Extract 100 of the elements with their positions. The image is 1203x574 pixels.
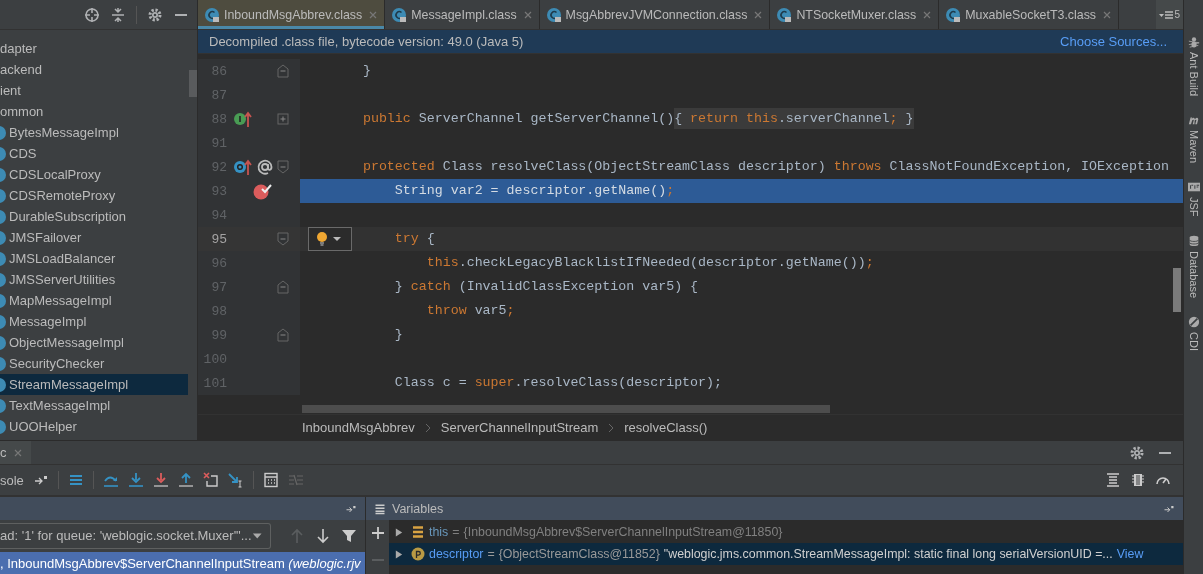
stack-frame[interactable]: , InboundMsgAbbrev$ServerChannelInputStream (weblogic.rjv	[0, 551, 365, 574]
editor-tab[interactable]: MuxableSocketT3.class	[939, 0, 1120, 29]
fold-marker-icon[interactable]	[277, 64, 289, 78]
chevron-icon	[608, 422, 615, 433]
filter-icon[interactable]	[341, 527, 357, 544]
tree-item[interactable]: JMSLoadBalancer	[0, 248, 188, 269]
thread-dropdown[interactable]: ad: '1' for queue: 'weblogic.socket.Muxer'"...	[0, 522, 271, 549]
ant-icon	[1187, 36, 1200, 48]
variable-row[interactable]: descriptor = {ObjectStreamClass@11852} "weblogic.jms.common.StreamMessageImpl: static final long serialVersionUID =... View	[389, 543, 1183, 565]
view-link[interactable]: View	[1116, 547, 1144, 561]
tree-item[interactable]: TextMessageImpl	[0, 395, 188, 416]
tree-item[interactable]: BytesMessageImpl	[0, 122, 188, 143]
tree-item[interactable]: ient	[0, 80, 188, 101]
breadcrumb[interactable]: ServerChannelInputStream	[440, 420, 599, 435]
tab-overflow-button[interactable]: 5	[1156, 0, 1183, 29]
class-file-icon	[204, 6, 220, 23]
tree-item[interactable]: JMSFailover	[0, 227, 188, 248]
tree-item[interactable]: StreamMessageImpl	[0, 374, 188, 395]
collapse-icon[interactable]	[110, 6, 126, 23]
code-line: }	[393, 326, 403, 344]
close-icon[interactable]	[522, 9, 533, 20]
editor-tab[interactable]: MessageImpl.class	[385, 0, 540, 29]
expand-icon[interactable]	[395, 526, 403, 538]
step-out-icon[interactable]	[177, 472, 194, 488]
line-number: 95	[210, 231, 227, 247]
scrollbar-thumb[interactable]	[189, 70, 197, 97]
field-stack-icon	[411, 525, 425, 539]
close-icon[interactable]	[1102, 9, 1113, 20]
scrollbar-thumb[interactable]	[1173, 268, 1181, 312]
tree-item[interactable]: SecurityChecker	[0, 353, 188, 374]
at-sign-icon[interactable]	[255, 158, 275, 176]
choose-sources-link[interactable]: Choose Sources...	[1060, 34, 1167, 49]
up-arrow-icon	[289, 527, 305, 544]
restore-layout-icon[interactable]	[1105, 472, 1121, 488]
run-to-cursor-icon[interactable]	[227, 472, 244, 488]
parameter-icon	[411, 547, 425, 561]
step-into-icon[interactable]	[127, 472, 144, 488]
locate-icon[interactable]	[84, 6, 100, 23]
tool-window-button[interactable]: CDI	[1187, 315, 1200, 351]
editor-tab[interactable]: MsgAbbrevJVMConnection.class	[539, 0, 771, 29]
tree-item[interactable]: MessageImpl	[0, 311, 188, 332]
equals-sign: =	[452, 525, 460, 539]
code-line: try {	[393, 230, 435, 248]
tree-item[interactable]: CDSLocalProxy	[0, 164, 188, 185]
breadcrumb[interactable]: InboundMsgAbbrev	[302, 420, 415, 435]
tree-item[interactable]: ackend	[0, 59, 188, 80]
code-line: } catch (InvalidClassException var5) {	[393, 278, 699, 296]
tree-item[interactable]: MapMessageImpl	[0, 290, 188, 311]
editor-tab[interactable]: NTSocketMuxer.class	[770, 0, 940, 29]
tool-window-button[interactable]: Maven	[1187, 114, 1200, 164]
jsf-badge-icon	[1187, 181, 1200, 194]
force-step-into-icon[interactable]	[152, 472, 169, 488]
tool-window-button[interactable]: JSF	[1187, 181, 1200, 217]
overrides-icon[interactable]	[233, 158, 253, 176]
tree-item[interactable]: JMSServerUtilities	[0, 269, 188, 290]
implements-icon[interactable]	[233, 110, 253, 128]
slashed-circle-icon	[1187, 315, 1200, 328]
code-line: Class c = super.resolveClass(descriptor);	[393, 374, 722, 392]
scrollbar-thumb[interactable]	[302, 405, 830, 413]
down-arrow-icon[interactable]	[315, 527, 331, 544]
frames-list-icon[interactable]	[67, 472, 84, 488]
fold-marker-icon[interactable]	[277, 232, 289, 246]
tool-window-button[interactable]: Ant Build	[1187, 36, 1200, 97]
intention-bulb-button[interactable]	[308, 227, 352, 251]
memory-icon[interactable]	[1130, 472, 1146, 488]
breadcrumb[interactable]: resolveClass()	[624, 420, 708, 435]
tree-item[interactable]: DurableSubscription	[0, 206, 188, 227]
breakpoint-icon[interactable]	[253, 182, 273, 200]
code-line: public ServerChannel getServerChannel(){ return this.serverChannel; }	[331, 107, 914, 131]
close-icon[interactable]	[922, 9, 933, 20]
fold-marker-icon[interactable]	[277, 328, 289, 342]
tree-item[interactable]: dapter	[0, 38, 188, 59]
variable-value: {InboundMsgAbbrev$ServerChannelInputStream@11850}	[463, 525, 783, 539]
add-icon[interactable]	[369, 525, 386, 541]
tree-item[interactable]: ObjectMessageImpl	[0, 332, 188, 353]
expand-fold-icon[interactable]	[277, 112, 289, 126]
maven-m-icon	[1187, 114, 1200, 127]
fold-marker-icon[interactable]	[277, 160, 289, 174]
tree-item[interactable]: ommon	[0, 101, 188, 122]
console-tab[interactable]: sole	[0, 472, 24, 488]
close-icon[interactable]	[753, 9, 764, 20]
calculator-icon[interactable]	[262, 472, 279, 488]
variable-name: this	[429, 525, 449, 539]
variable-row[interactable]: this = {InboundMsgAbbrev$ServerChannelInputStream@11850}	[389, 521, 1183, 543]
dropdown-caret-icon	[251, 531, 262, 540]
tree-item[interactable]: CDSRemoteProxy	[0, 185, 188, 206]
debug-tab[interactable]: c	[0, 441, 31, 464]
drop-frame-icon[interactable]	[202, 472, 219, 488]
tool-window-button[interactable]: Database	[1187, 234, 1200, 298]
banner-text: Decompiled .class file, bytecode version: 49.0 (Java 5)	[209, 34, 525, 49]
settings-icon[interactable]	[1129, 444, 1145, 461]
tree-item[interactable]: CDS	[0, 143, 188, 164]
tree-item[interactable]: UOOHelper	[0, 416, 188, 437]
editor-tab[interactable]: InboundMsgAbbrev.class	[198, 0, 386, 29]
fold-marker-icon[interactable]	[277, 280, 289, 294]
variable-value: {ObjectStreamClass@11852}	[498, 547, 660, 561]
class-file-icon	[545, 6, 562, 23]
chevron-icon	[424, 422, 431, 433]
settings-icon[interactable]	[147, 6, 163, 23]
expand-icon[interactable]	[395, 548, 403, 560]
